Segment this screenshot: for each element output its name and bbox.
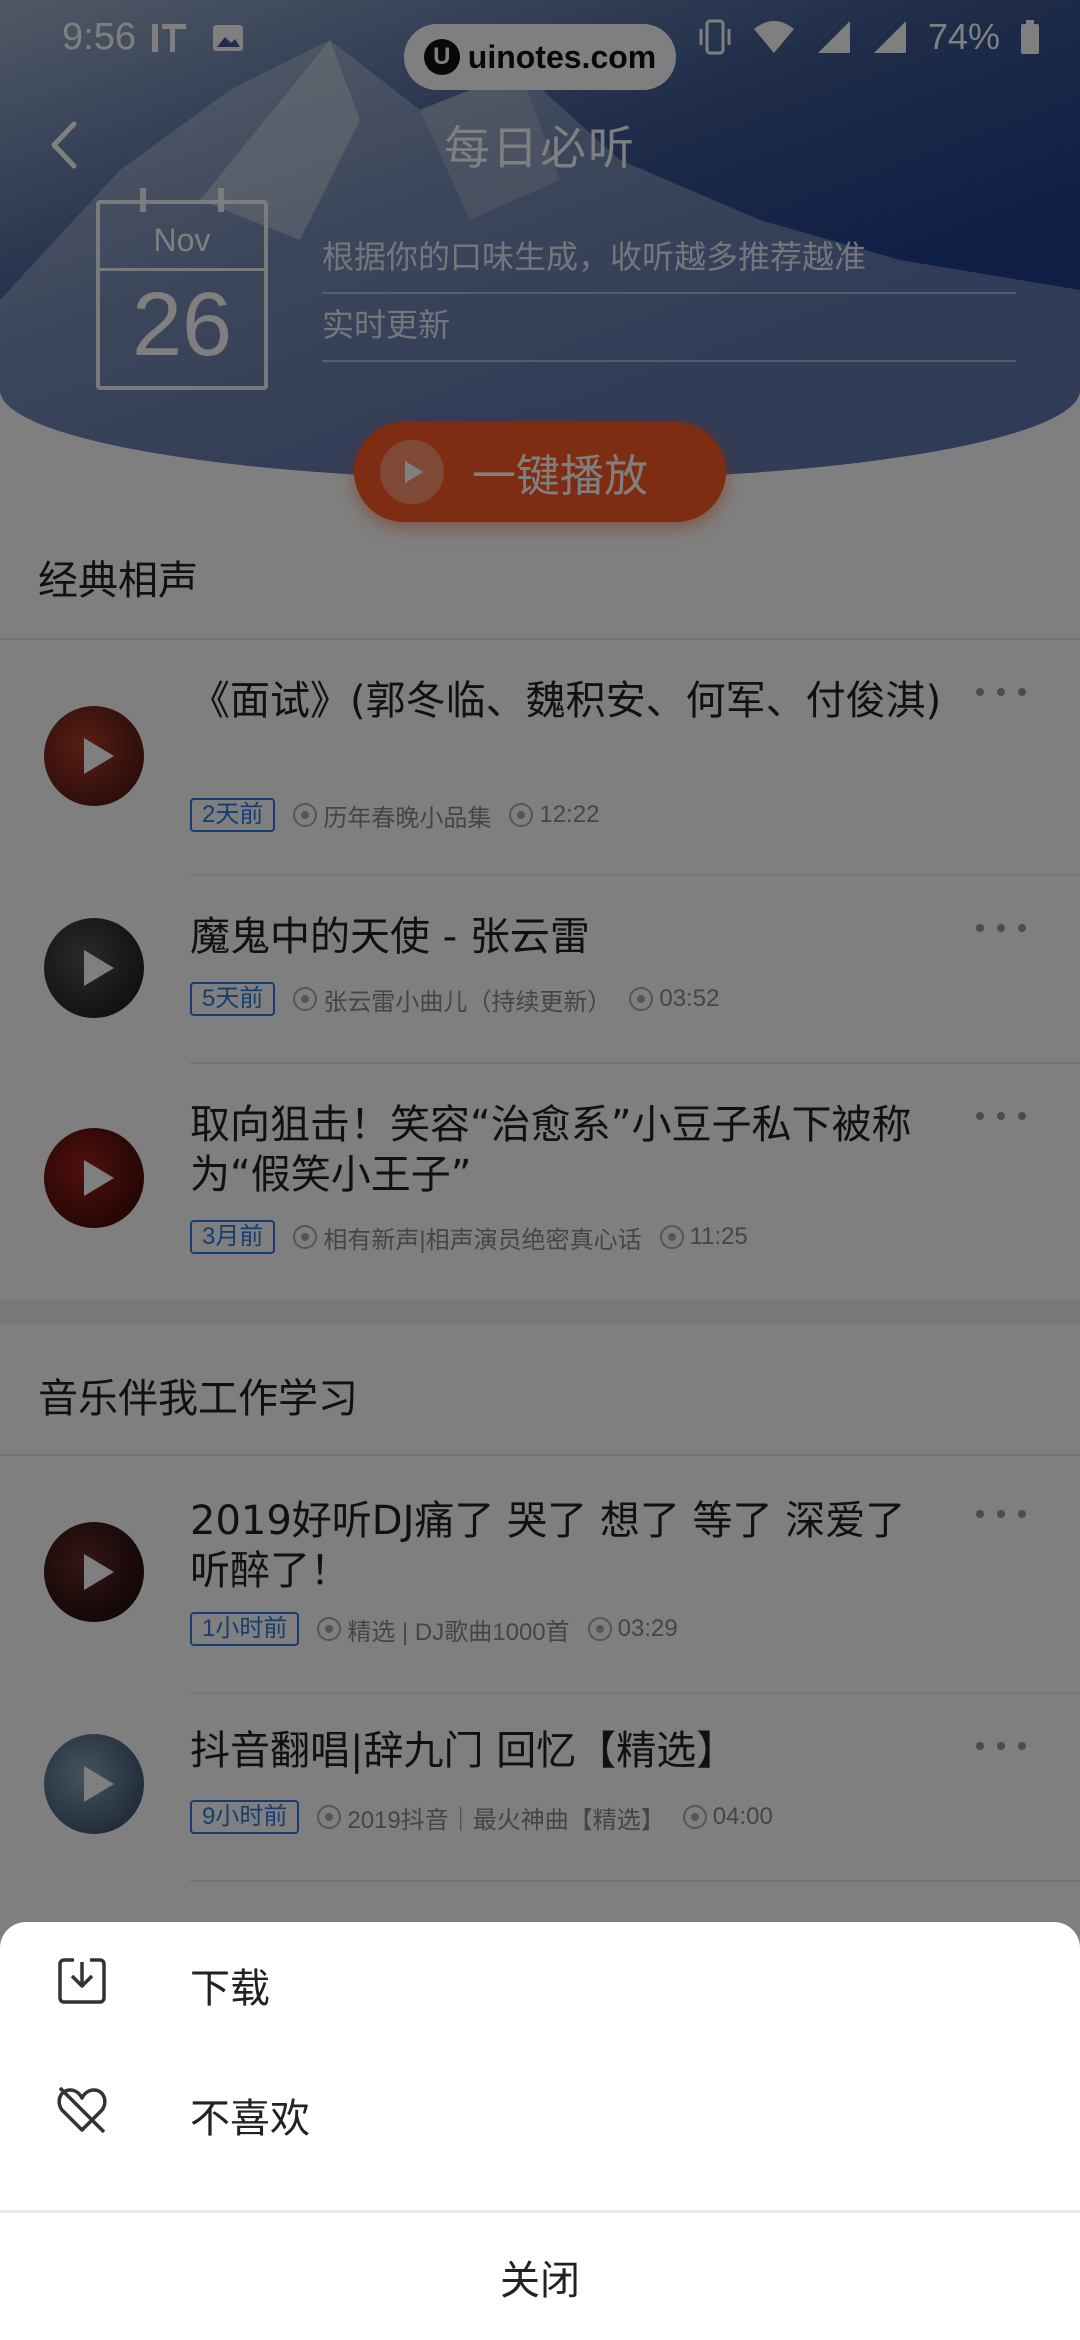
download-label: 下载 (190, 1966, 270, 2012)
action-sheet: 下载 不喜欢 关闭 (0, 1922, 1080, 2340)
close-button[interactable]: 关闭 (0, 2214, 1080, 2340)
broken-heart-icon (57, 2086, 107, 2134)
download-option[interactable]: 下载 (0, 1922, 1080, 2042)
dislike-label: 不喜欢 (190, 2096, 310, 2142)
download-icon (58, 1956, 106, 2004)
dislike-option[interactable]: 不喜欢 (0, 2052, 1080, 2172)
